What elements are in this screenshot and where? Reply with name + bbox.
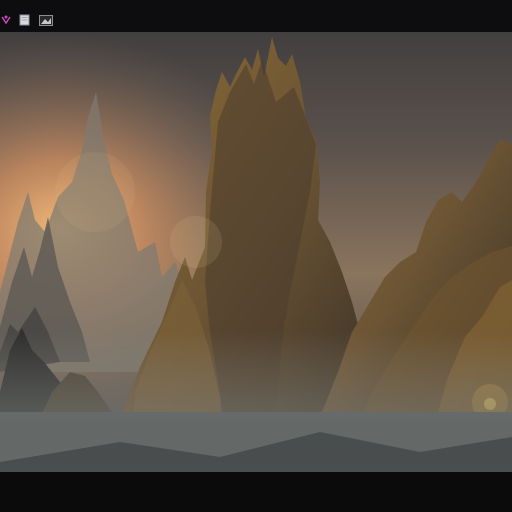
document-icon[interactable] bbox=[18, 14, 30, 26]
fantasy-landscape-image bbox=[0, 32, 512, 472]
status-bar bbox=[0, 472, 512, 512]
image-viewer bbox=[0, 32, 512, 472]
image-icon[interactable] bbox=[39, 14, 53, 26]
toolbar bbox=[0, 0, 512, 32]
app-icon[interactable] bbox=[0, 14, 12, 26]
